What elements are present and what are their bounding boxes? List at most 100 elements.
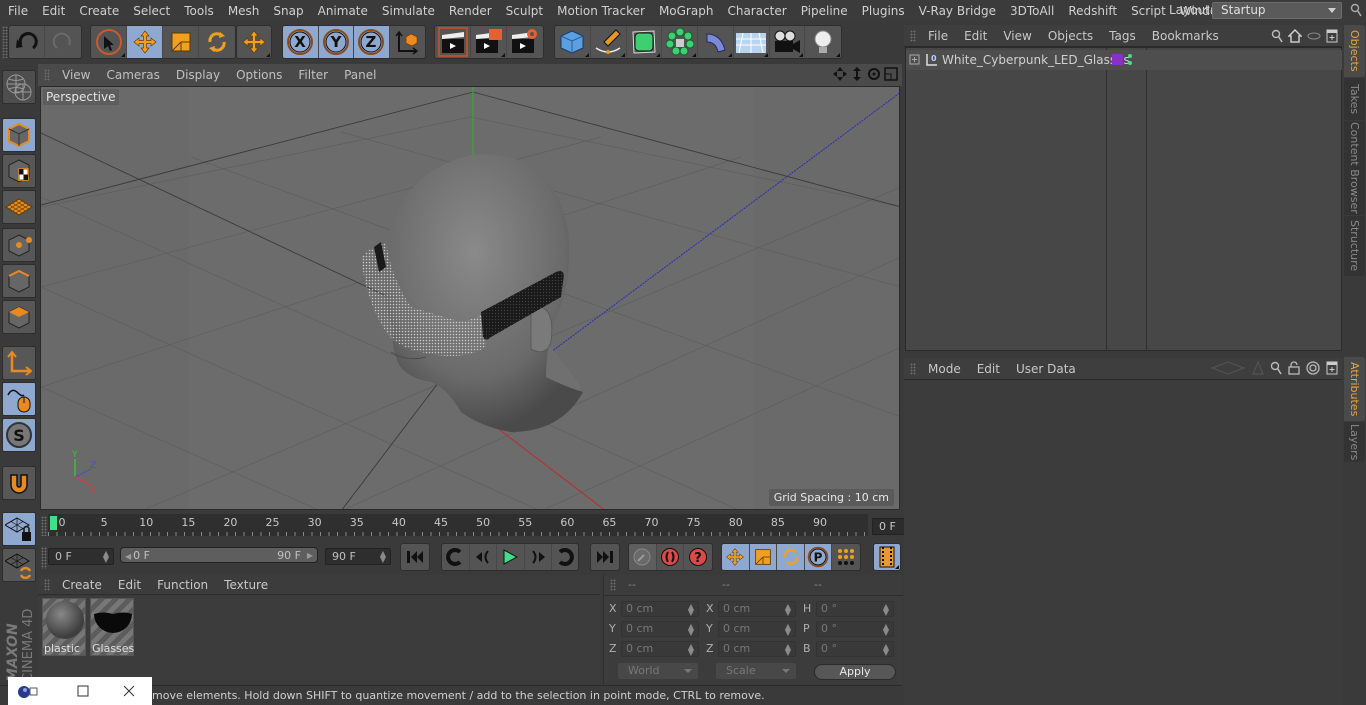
viewport-menu-panel[interactable]: Panel xyxy=(336,68,384,82)
model-mode-button[interactable] xyxy=(2,118,36,152)
objects-menu-edit[interactable]: Edit xyxy=(956,29,995,43)
objects-menu-view[interactable]: View xyxy=(995,29,1039,43)
menu-script[interactable]: Script xyxy=(1124,4,1173,18)
viewport-menu-cameras[interactable]: Cameras xyxy=(98,68,167,82)
key-rotation-button[interactable] xyxy=(777,544,805,570)
objects-menu-file[interactable]: File xyxy=(920,29,956,43)
polygons-mode-button[interactable] xyxy=(2,300,36,334)
menu-mograph[interactable]: MoGraph xyxy=(652,4,721,18)
tab-takes[interactable]: Takes xyxy=(1344,78,1365,120)
axis-mode-button[interactable] xyxy=(2,346,36,380)
spinner-icon[interactable]: ▲▼ xyxy=(785,623,791,637)
home-icon[interactable] xyxy=(1288,29,1302,43)
tab-content-browser[interactable]: Content Browser xyxy=(1344,121,1365,215)
keyframe-selection-button[interactable]: ? xyxy=(684,544,712,570)
viewport-menu-view[interactable]: View xyxy=(54,68,98,82)
spinner-icon[interactable]: ▲▼ xyxy=(883,623,889,637)
size-z-field[interactable]: 0 cm ▲ ▼ xyxy=(718,641,796,657)
expand-icon[interactable] xyxy=(909,54,921,66)
viewport-menu-filter[interactable]: Filter xyxy=(290,68,336,82)
rotate-view-icon[interactable] xyxy=(867,67,881,81)
objects-menu-objects[interactable]: Objects xyxy=(1040,29,1101,43)
z-axis-lock-button[interactable]: Z xyxy=(354,26,390,58)
coordinate-mode-dropdown[interactable]: World xyxy=(618,663,698,679)
move-tool-button[interactable] xyxy=(127,26,163,58)
spinner-icon[interactable]: ▲▼ xyxy=(688,623,694,637)
go-to-start-button[interactable] xyxy=(401,544,429,570)
menu-redshift[interactable]: Redshift xyxy=(1061,4,1124,18)
size-y-field[interactable]: 0 cm ▲ ▼ xyxy=(718,621,796,637)
spinner-icon[interactable]: ▲▼ xyxy=(785,603,791,617)
menu-render[interactable]: Render xyxy=(442,4,499,18)
add-subdivision-surface-button[interactable] xyxy=(627,26,663,58)
object-row[interactable]: 0 White_Cyberpunk_LED_Glasses xyxy=(906,50,1342,70)
apply-button[interactable]: Apply xyxy=(814,664,896,680)
range-right-arrow-icon[interactable]: ▶ xyxy=(307,548,313,563)
add-cube-button[interactable] xyxy=(555,26,591,58)
rotation-b-field[interactable]: 0 ° ▲ ▼ xyxy=(816,641,894,657)
coords-grip[interactable] xyxy=(610,579,616,591)
search-icon[interactable] xyxy=(1270,361,1282,375)
3d-viewport[interactable]: Perspective Y Z X Grid Spacing : 10 cm xyxy=(40,86,900,510)
objects-grip[interactable] xyxy=(910,29,916,42)
record-keyframe-disabled-button[interactable] xyxy=(629,544,657,570)
position-z-field[interactable]: 0 cm ▲ ▼ xyxy=(621,641,699,657)
points-mode-button[interactable] xyxy=(2,228,36,262)
menu-plugins[interactable]: Plugins xyxy=(855,4,912,18)
timeline-grip[interactable] xyxy=(41,516,47,536)
maximize-view-icon[interactable] xyxy=(884,67,898,81)
timeline-ruler[interactable]: 0 5 10 15 20 25 30 35 40 45 50 55 60 65 70 75 80 85 90 xyxy=(48,514,868,536)
play-button[interactable] xyxy=(497,544,525,570)
render-settings-button[interactable] xyxy=(507,26,543,58)
redo-button[interactable] xyxy=(45,26,81,58)
position-y-field[interactable]: 0 cm ▲ ▼ xyxy=(621,621,699,637)
position-x-field[interactable]: 0 cm ▲ ▼ xyxy=(621,601,699,617)
menu-simulate[interactable]: Simulate xyxy=(375,4,442,18)
material-menu-function[interactable]: Function xyxy=(149,578,216,592)
rotate-tool-button[interactable] xyxy=(199,26,235,58)
spinner-icon[interactable]: ▲▼ xyxy=(688,643,694,657)
close-icon[interactable] xyxy=(123,685,135,697)
previous-frame-button[interactable] xyxy=(470,544,498,570)
up-arrow-icon[interactable] xyxy=(1252,361,1264,375)
texture-mode-button[interactable] xyxy=(2,154,36,188)
transport-grip[interactable] xyxy=(41,547,47,569)
rotation-h-field[interactable]: 0 ° ▲ ▼ xyxy=(816,601,894,617)
menu-snap[interactable]: Snap xyxy=(266,4,310,18)
workplane-align-button[interactable] xyxy=(2,548,36,582)
snap-button[interactable] xyxy=(2,466,36,500)
menu-motion-tracker[interactable]: Motion Tracker xyxy=(550,4,652,18)
spinner-icon[interactable]: ▲▼ xyxy=(103,550,109,564)
autokeying-button[interactable] xyxy=(657,544,685,570)
material-swatch-plastic[interactable]: plastic xyxy=(42,598,86,656)
spinner-icon[interactable]: ▲▼ xyxy=(785,643,791,657)
material-menu-create[interactable]: Create xyxy=(54,578,110,592)
menu-animate[interactable]: Animate xyxy=(311,4,375,18)
menu-character[interactable]: Character xyxy=(720,4,793,18)
search-icon[interactable] xyxy=(1271,29,1283,43)
add-cloner-button[interactable] xyxy=(662,26,698,58)
key-point-level-button[interactable] xyxy=(832,544,860,570)
new-window-icon[interactable] xyxy=(1326,361,1338,375)
zoom-view-icon[interactable] xyxy=(850,67,864,81)
spinner-icon[interactable]: ▲▼ xyxy=(380,550,386,564)
end-frame-field[interactable]: 90 F ▲ ▼ xyxy=(325,548,391,565)
tab-layers[interactable]: Layers xyxy=(1344,422,1365,462)
objects-menu-tags[interactable]: Tags xyxy=(1101,29,1144,43)
viewport-menu-options[interactable]: Options xyxy=(228,68,290,82)
live-selection-button[interactable] xyxy=(91,26,127,58)
add-light-button[interactable] xyxy=(805,26,841,58)
menu-3dtoall[interactable]: 3DToAll xyxy=(1003,4,1061,18)
frame-range-slider[interactable]: ◀ 0 F 90 F ▶ xyxy=(120,547,318,563)
workplane-lock-button[interactable] xyxy=(2,512,36,546)
size-mode-dropdown[interactable]: Scale xyxy=(716,663,796,679)
scale-tool-button[interactable] xyxy=(163,26,199,58)
target-icon[interactable] xyxy=(1306,361,1320,375)
maximize-icon[interactable] xyxy=(77,685,89,697)
tab-objects[interactable]: Objects xyxy=(1344,25,1365,77)
attributes-menu-edit[interactable]: Edit xyxy=(969,362,1008,376)
add-bend-deformer-button[interactable] xyxy=(698,26,734,58)
previous-key-button[interactable] xyxy=(442,544,470,570)
lock-icon[interactable] xyxy=(1288,361,1300,375)
search-icon[interactable] xyxy=(1350,3,1362,17)
